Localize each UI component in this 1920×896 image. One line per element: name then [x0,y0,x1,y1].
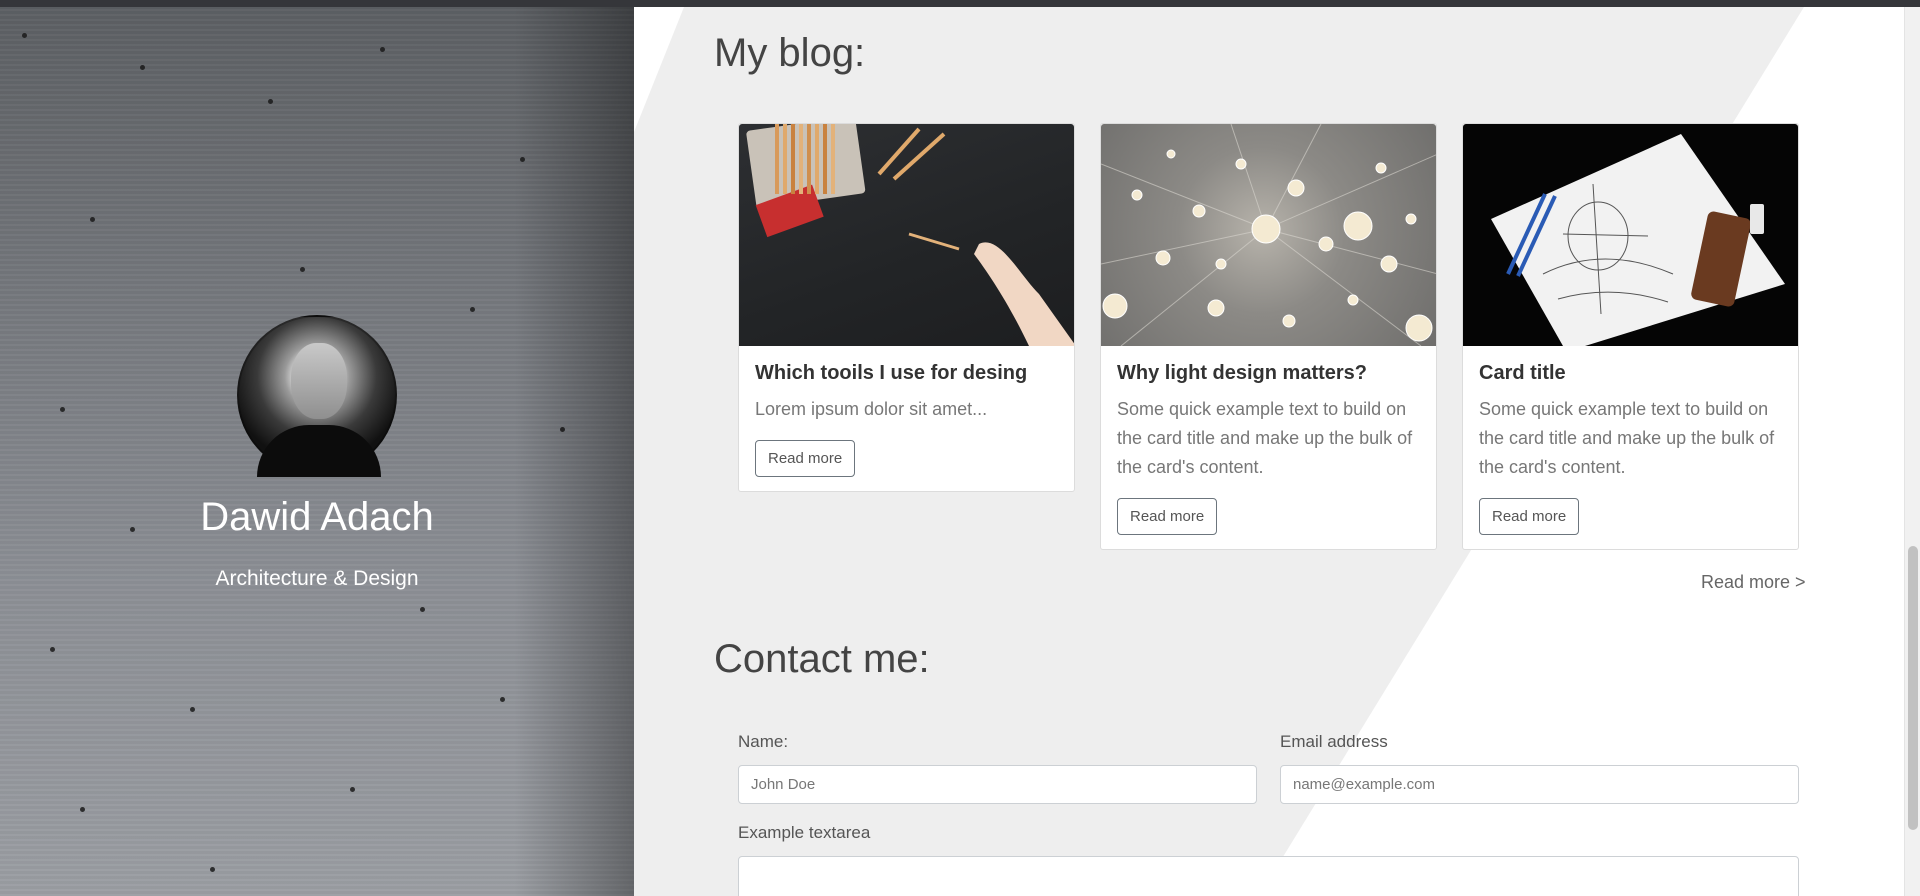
name-label: Name: [738,732,789,751]
texture-speck [268,99,273,104]
texture-speck [560,427,565,432]
profile-role: Architecture & Design [215,567,419,590]
page-scrollbar[interactable] [1904,7,1920,896]
card-title: Which tooils I use for desing [755,362,1028,384]
card-text: Some quick example text to build on the … [1117,399,1413,477]
avatar-shirt [257,425,381,477]
card-image [1101,124,1436,346]
sketch-image [1491,134,1785,346]
contact-heading: Contact me: [714,637,930,681]
light-bulbs-image [1101,124,1436,346]
texture-speck [380,47,385,52]
pencils-image [746,124,1074,346]
texture-speck [350,787,355,792]
card-text: Some quick example text to build on the … [1479,399,1775,477]
texture-speck [90,217,95,222]
card-title: Why light design matters? [1117,362,1368,384]
blog-card: Why light design matters? Some quick exa… [1100,123,1437,550]
texture-speck [300,267,305,272]
message-textarea[interactable] [738,856,1799,896]
texture-speck [210,867,215,872]
avatar [237,315,397,477]
card-title: Card title [1479,362,1566,384]
texture-speck [190,707,195,712]
blog-card: Which tooils I use for desing Lorem ipsu… [738,123,1075,492]
texture-speck [420,607,425,612]
card-body: Why light design matters? Some quick exa… [1101,346,1436,549]
card-image [1463,124,1798,346]
main-content: My blog: Which tooils I use for desing L… [634,7,1904,896]
texture-speck [60,407,65,412]
card-text: Lorem ipsum dolor sit amet... [755,399,988,419]
blog-card: Card title Some quick example text to bu… [1462,123,1799,550]
scrollbar-thumb[interactable] [1908,546,1918,830]
texture-speck [80,807,85,812]
read-more-button[interactable]: Read more [1117,498,1218,535]
browser-top-bar [0,0,1920,7]
texture-speck [50,647,55,652]
card-body: Which tooils I use for desing Lorem ipsu… [739,346,1074,491]
card-body: Card title Some quick example text to bu… [1463,346,1798,549]
email-label: Email address [1280,732,1388,751]
profile-sidebar: Dawid Adach Architecture & Design [0,7,634,896]
textarea-label: Example textarea [738,823,871,842]
texture-speck [22,33,27,38]
email-input[interactable] [1280,765,1799,804]
read-more-button[interactable]: Read more [1479,498,1580,535]
texture-speck [140,65,145,70]
profile-name: Dawid Adach [200,495,434,539]
read-more-button[interactable]: Read more [755,440,856,477]
texture-speck [520,157,525,162]
blog-read-more-link[interactable]: Read more > [1701,572,1806,593]
texture-speck [500,697,505,702]
card-image [739,124,1074,346]
texture-speck [470,307,475,312]
name-input[interactable] [738,765,1257,804]
avatar-face [291,343,347,419]
blog-heading: My blog: [714,31,866,75]
